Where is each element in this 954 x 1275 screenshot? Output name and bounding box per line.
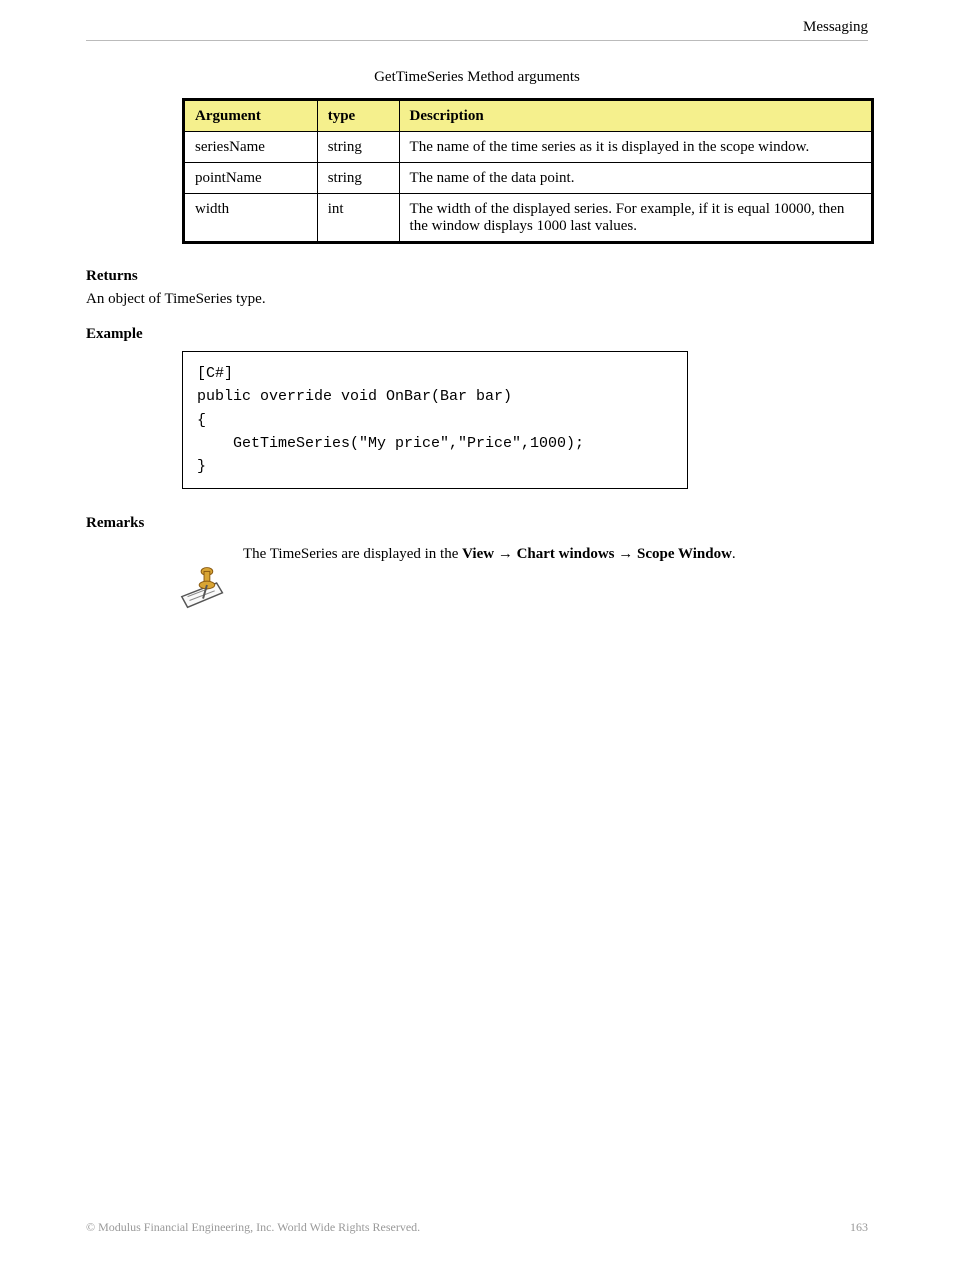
table-row: seriesName string The name of the time s… [184, 132, 873, 163]
cell-type: string [317, 132, 399, 163]
header-section: Messaging [86, 19, 868, 36]
note-pin-icon [174, 554, 236, 616]
table-row: width int The width of the displayed ser… [184, 194, 873, 243]
arrow-icon: → [618, 545, 633, 562]
remarks-text-after: . [732, 546, 736, 562]
table-title: GetTimeSeries Method arguments [86, 69, 868, 86]
returns-text: An object of TimeSeries type. [86, 291, 868, 308]
footer-page-number: 163 [850, 1220, 868, 1235]
example-label: Example [86, 326, 868, 343]
table-header-row: Argument type Description [184, 100, 873, 132]
col-description: Description [399, 100, 872, 132]
menu-chart-windows: Chart windows [517, 546, 615, 562]
cell-description: The width of the displayed series. For e… [399, 194, 872, 243]
cell-description: The name of the data point. [399, 163, 872, 194]
remarks-label: Remarks [86, 515, 868, 532]
table-row: pointName string The name of the data po… [184, 163, 873, 194]
cell-description: The name of the time series as it is dis… [399, 132, 872, 163]
col-argument: Argument [184, 100, 318, 132]
code-example: [C#] public override void OnBar(Bar bar)… [182, 351, 688, 489]
remarks-text: The TimeSeries are displayed in the View… [243, 540, 868, 569]
menu-scope-window: Scope Window [637, 546, 732, 562]
col-type: type [317, 100, 399, 132]
header-divider: Messaging [86, 40, 868, 41]
cell-argument: seriesName [184, 132, 318, 163]
remarks-text-before: The TimeSeries are displayed in the [243, 546, 462, 562]
cell-type: string [317, 163, 399, 194]
footer-copyright: © Modulus Financial Engineering, Inc. Wo… [86, 1220, 420, 1235]
returns-label: Returns [86, 268, 868, 285]
menu-view: View [462, 546, 494, 562]
cell-type: int [317, 194, 399, 243]
cell-argument: pointName [184, 163, 318, 194]
arrow-icon: → [498, 545, 513, 562]
arguments-table: Argument type Description seriesName str… [182, 98, 874, 244]
cell-argument: width [184, 194, 318, 243]
